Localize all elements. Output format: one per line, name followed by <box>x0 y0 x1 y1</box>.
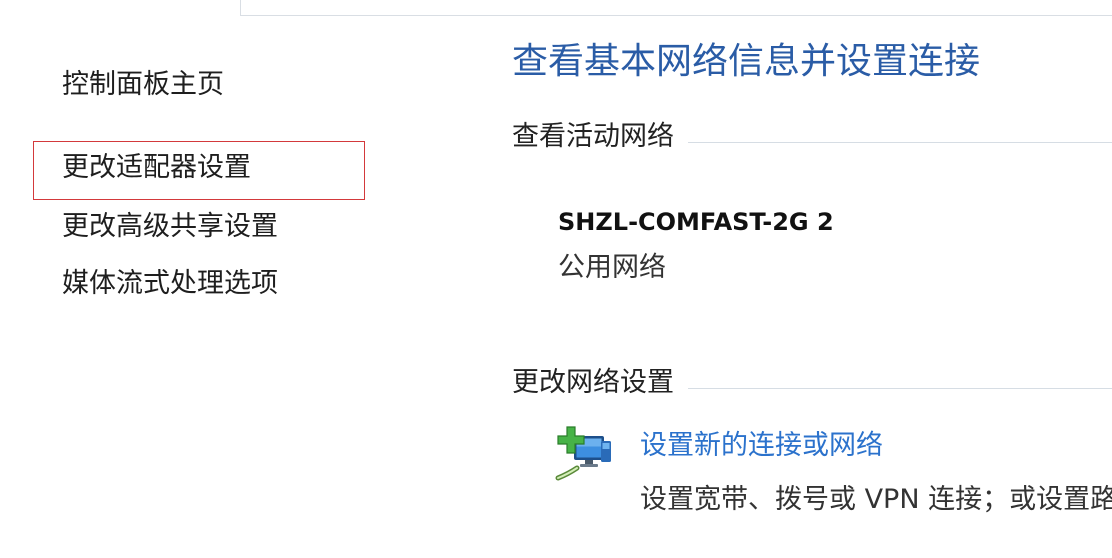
section-change-network-settings: 更改网络设置 <box>512 367 1112 399</box>
section-heading-active-networks: 查看活动网络 <box>512 121 674 152</box>
setup-new-connection-link[interactable]: 设置新的连接或网络 <box>640 430 883 462</box>
section-divider <box>688 387 1112 389</box>
page-title: 查看基本网络信息并设置连接 <box>512 41 981 82</box>
sidebar: 控制面板主页 更改适配器设置 更改高级共享设置 媒体流式处理选项 <box>0 0 480 558</box>
sidebar-item-change-adapter-settings[interactable]: 更改适配器设置 <box>62 152 251 184</box>
section-divider <box>688 141 1112 143</box>
network-name: SHZL-COMFAST-2G 2 <box>558 208 834 236</box>
setup-new-connection-description: 设置宽带、拨号或 VPN 连接；或设置路 <box>640 484 1112 515</box>
section-heading-change-network-settings: 更改网络设置 <box>512 367 674 398</box>
section-active-networks: 查看活动网络 <box>512 121 1112 153</box>
network-category: 公用网络 <box>558 252 666 283</box>
sidebar-item-media-streaming-options[interactable]: 媒体流式处理选项 <box>62 268 278 300</box>
sidebar-item-control-panel-home[interactable]: 控制面板主页 <box>62 69 224 101</box>
sidebar-item-change-advanced-sharing[interactable]: 更改高级共享设置 <box>62 211 278 243</box>
network-add-icon[interactable] <box>554 424 614 482</box>
